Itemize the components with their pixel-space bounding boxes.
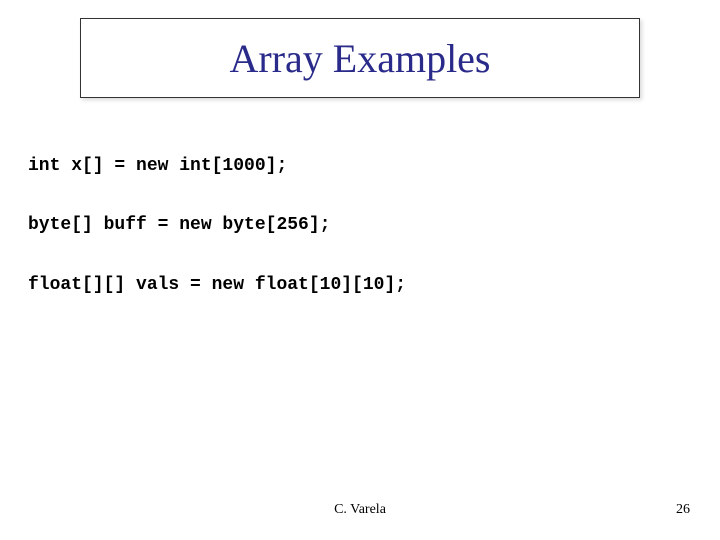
code-area: int x[] = new int[1000]; byte[] buff = n… [28,155,406,333]
code-line-3: float[][] vals = new float[10][10]; [28,274,406,297]
footer-page-number: 26 [676,502,690,518]
footer-author: C. Varela [0,502,720,518]
title-box: Array Examples [80,18,640,98]
code-line-1: int x[] = new int[1000]; [28,155,406,178]
slide-title: Array Examples [229,35,490,82]
code-line-2: byte[] buff = new byte[256]; [28,214,406,237]
